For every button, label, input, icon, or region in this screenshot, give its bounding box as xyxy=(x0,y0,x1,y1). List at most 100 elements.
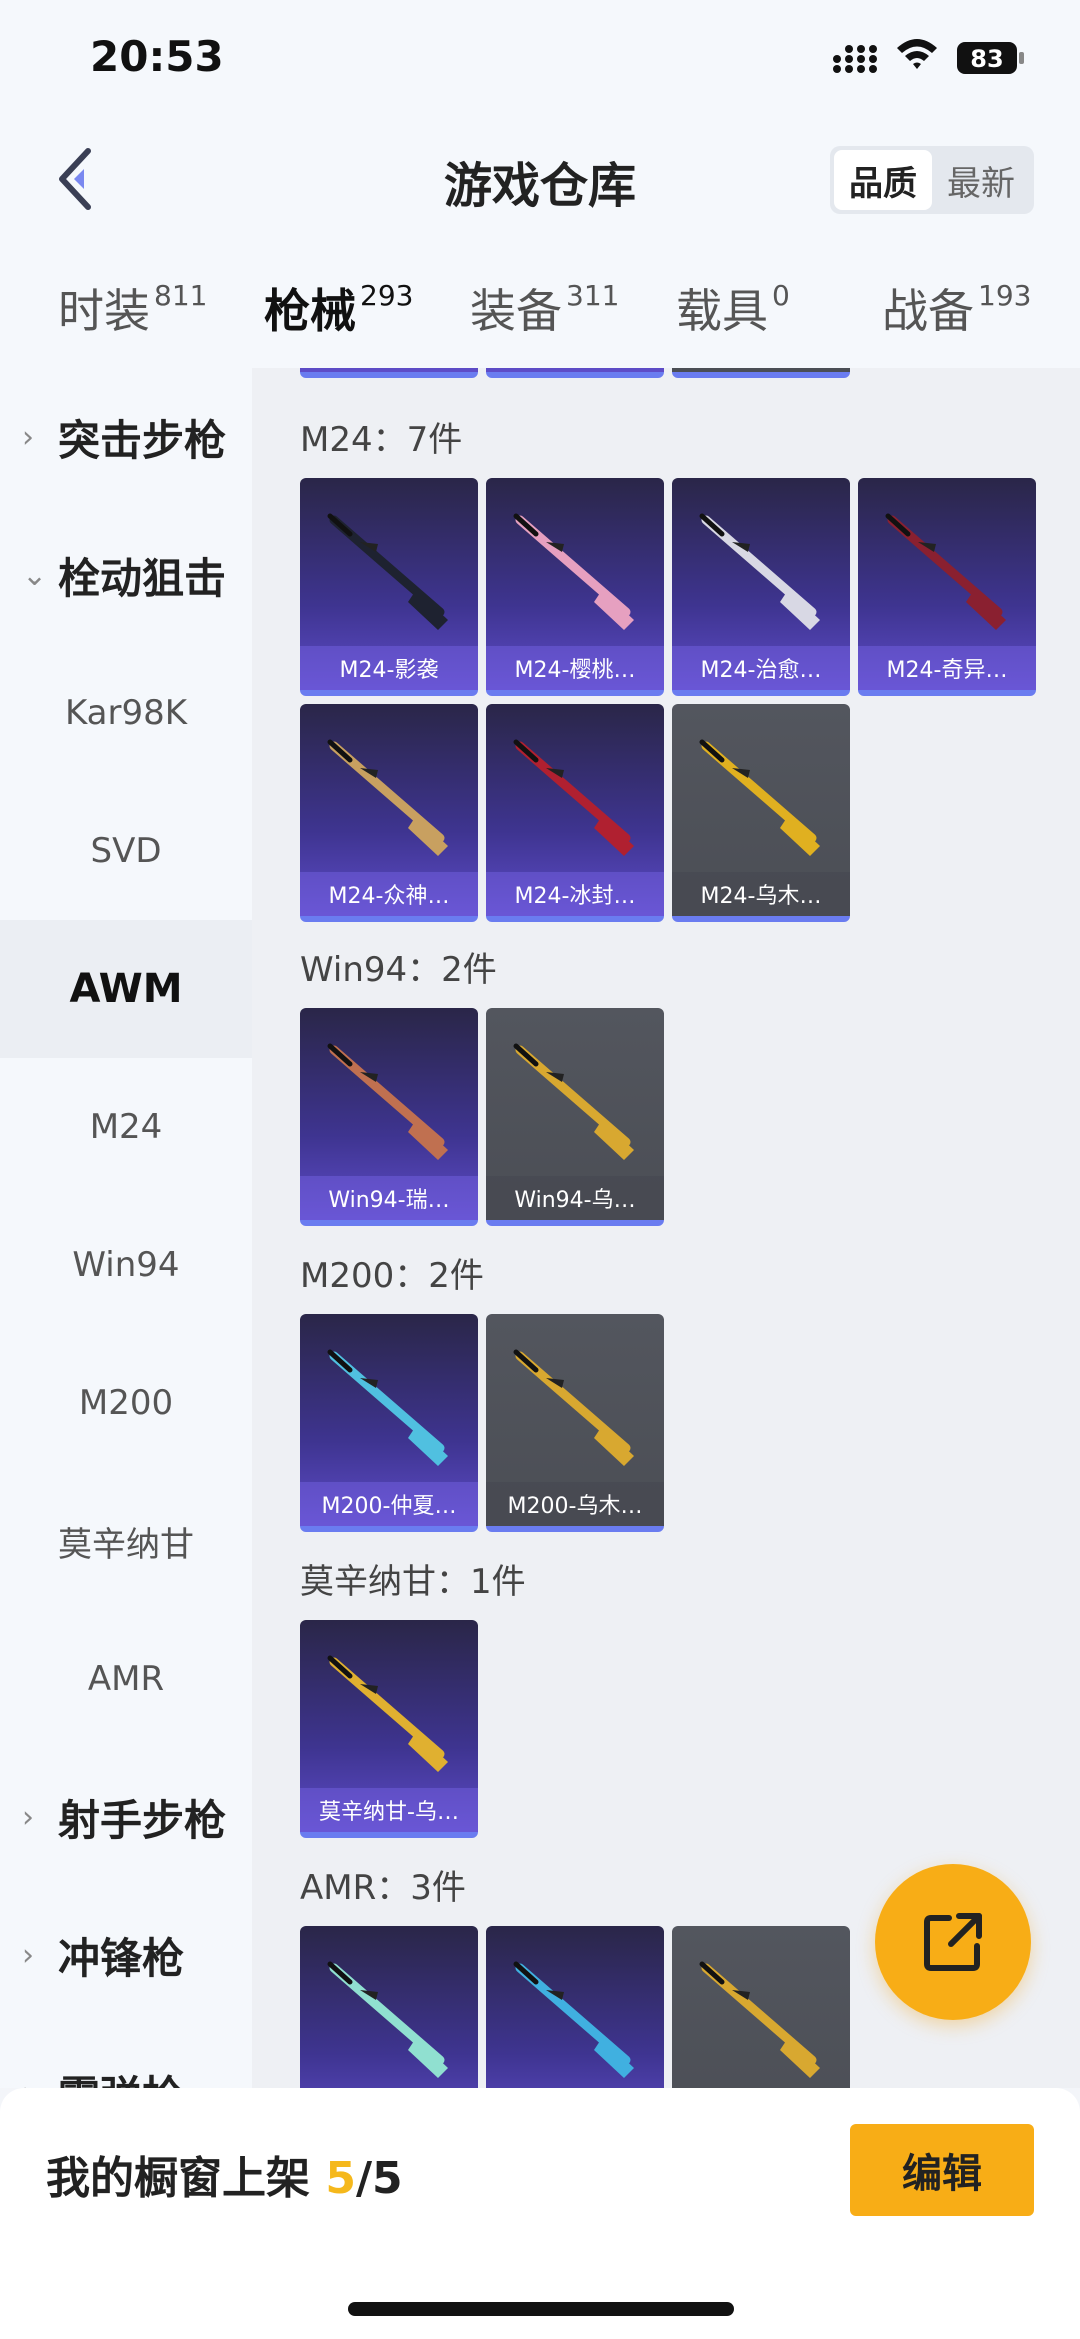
item-name: M24-奇异… xyxy=(858,646,1036,690)
chevron-right-icon: › xyxy=(22,419,34,455)
tab-count: 193 xyxy=(978,279,1032,312)
sidebar-item[interactable]: › 冲锋枪 xyxy=(0,1886,252,2024)
tab-label: 时装 xyxy=(58,284,150,338)
item-card[interactable]: M24-治愈… xyxy=(672,478,850,696)
chevron-down-icon: ⌄ xyxy=(22,557,48,593)
item-card[interactable]: Win94-乌… xyxy=(486,1008,664,1226)
sidebar-item[interactable]: Kar98K xyxy=(0,644,252,782)
item-card[interactable] xyxy=(300,1926,478,2088)
rifle-icon xyxy=(513,739,634,856)
item-card[interactable]: M24-樱桃… xyxy=(486,478,664,696)
sidebar-item-label: M200 xyxy=(78,1383,174,1423)
item-card[interactable]: M200-乌木… xyxy=(486,1314,664,1532)
rifle-icon xyxy=(699,1961,820,2078)
sort-quality[interactable]: 品质 xyxy=(834,150,932,210)
rifle-icon xyxy=(327,739,448,856)
chevron-right-icon: › xyxy=(22,2076,34,2089)
item-name: M24-乌木… xyxy=(672,872,850,916)
sidebar-item-label: 栓动狙击 xyxy=(58,553,227,603)
tab-count: 811 xyxy=(154,279,208,312)
item-card[interactable] xyxy=(300,368,478,378)
sidebar-item[interactable]: M200 xyxy=(0,1334,252,1472)
showcase-label: 我的橱窗上架 xyxy=(46,2153,310,2204)
item-name: 莫辛纳甘-乌… xyxy=(300,1788,478,1832)
sort-toggle[interactable]: 品质 最新 xyxy=(830,146,1034,214)
section-title: M200：2件 xyxy=(300,1256,484,1296)
item-card[interactable] xyxy=(672,1926,850,2088)
sidebar-item-label: SVD xyxy=(90,831,162,871)
tab-equipment[interactable]: 装备 311 xyxy=(470,275,619,341)
sidebar-item-label: 突击步枪 xyxy=(58,415,227,465)
sidebar-item[interactable]: AWM xyxy=(0,920,252,1058)
weapon-sidebar: › 突击步枪 ⌄ 栓动狙击 Kar98K SVD AWM M24 Win94 M200 莫辛纳甘 AM… xyxy=(0,368,252,2088)
item-card[interactable]: M24-冰封… xyxy=(486,704,664,922)
tab-label: 载具 xyxy=(676,284,768,338)
tab-fashion[interactable]: 时装 811 xyxy=(58,275,207,341)
sidebar-item-label: AWM xyxy=(69,966,183,1012)
battery-icon: 83 xyxy=(957,42,1024,74)
external-link-icon xyxy=(924,1913,982,1971)
sidebar-item[interactable]: › 射手步枪 xyxy=(0,1748,252,1886)
rifle-icon xyxy=(327,1961,448,2078)
tab-count: 293 xyxy=(360,279,414,312)
showcase-total: /5 xyxy=(355,2153,403,2204)
section-title: 莫辛纳甘：1件 xyxy=(300,1562,526,1602)
status-time: 20:53 xyxy=(90,32,224,81)
battery-level: 83 xyxy=(970,45,1003,73)
tab-vehicles[interactable]: 载具 0 xyxy=(676,275,790,341)
rifle-icon xyxy=(513,1043,634,1160)
sidebar-item[interactable]: AMR xyxy=(0,1610,252,1748)
tab-label: 枪械 xyxy=(264,284,356,338)
tab-supplies[interactable]: 战备 193 xyxy=(882,275,1031,341)
rifle-icon xyxy=(513,513,634,630)
tab-guns[interactable]: 枪械 293 xyxy=(264,275,414,383)
section-title: M24：7件 xyxy=(300,420,463,460)
item-name: M24-众神… xyxy=(300,872,478,916)
item-card[interactable]: M200-仲夏… xyxy=(300,1314,478,1532)
share-button[interactable] xyxy=(875,1864,1031,2020)
sidebar-item[interactable]: Win94 xyxy=(0,1196,252,1334)
showcase-count: 5 xyxy=(325,2153,356,2204)
item-card[interactable]: M24-乌木… xyxy=(672,704,850,922)
sidebar-item[interactable]: 莫辛纳甘 xyxy=(0,1472,252,1610)
signal-icon xyxy=(833,45,877,73)
item-name: Win94-瑞… xyxy=(300,1176,478,1220)
sidebar-item-label: AMR xyxy=(87,1659,165,1699)
tab-count: 311 xyxy=(566,279,620,312)
item-name: M24-冰封… xyxy=(486,872,664,916)
status-bar: 20:53 83 xyxy=(0,0,1080,118)
item-card[interactable]: 莫辛纳甘-乌… xyxy=(300,1620,478,1838)
item-name: M24-影袭 xyxy=(300,646,478,690)
rifle-icon xyxy=(699,513,820,630)
header: 游戏仓库 品质 最新 xyxy=(0,118,1080,243)
sidebar-item-label: 霰弹枪 xyxy=(58,2063,184,2089)
section-title: AMR：3件 xyxy=(300,1868,466,1908)
rifle-icon xyxy=(885,513,1006,630)
item-grid: M24：7件 M24-影袭 M24-樱桃… M24-治愈… M24-奇异… M24-众神…… xyxy=(252,368,1080,2088)
category-tabs: 时装 811 枪械 293 装备 311 载具 0 战备 193 xyxy=(0,243,1080,383)
home-indicator xyxy=(348,2302,734,2316)
edit-button[interactable]: 编辑 xyxy=(850,2124,1034,2216)
tab-count: 0 xyxy=(772,279,790,312)
sidebar-item-label: 莫辛纳甘 xyxy=(58,1524,194,1565)
sidebar-item[interactable]: M24 xyxy=(0,1058,252,1196)
item-card[interactable] xyxy=(486,1926,664,2088)
sidebar-item[interactable]: › 霰弹枪 xyxy=(0,2024,252,2089)
sidebar-item[interactable]: SVD xyxy=(0,782,252,920)
sort-latest[interactable]: 最新 xyxy=(932,150,1030,210)
item-card[interactable]: M24-影袭 xyxy=(300,478,478,696)
item-card[interactable]: Win94-瑞… xyxy=(300,1008,478,1226)
sidebar-item-label: 冲锋枪 xyxy=(58,1933,185,1983)
item-card[interactable]: M24-奇异… xyxy=(858,478,1036,696)
item-card[interactable]: M24-众神… xyxy=(300,704,478,922)
rifle-icon xyxy=(513,1961,634,2078)
chevron-right-icon: › xyxy=(22,1937,34,1973)
rifle-icon xyxy=(327,1043,448,1160)
sidebar-item[interactable]: › 突击步枪 xyxy=(0,368,252,506)
tab-label: 装备 xyxy=(470,284,562,338)
sidebar-item[interactable]: ⌄ 栓动狙击 xyxy=(0,506,252,644)
sidebar-item-label: Kar98K xyxy=(64,693,188,733)
item-card[interactable] xyxy=(486,368,664,378)
item-name: M200-仲夏… xyxy=(300,1482,478,1526)
item-card[interactable] xyxy=(672,368,850,378)
